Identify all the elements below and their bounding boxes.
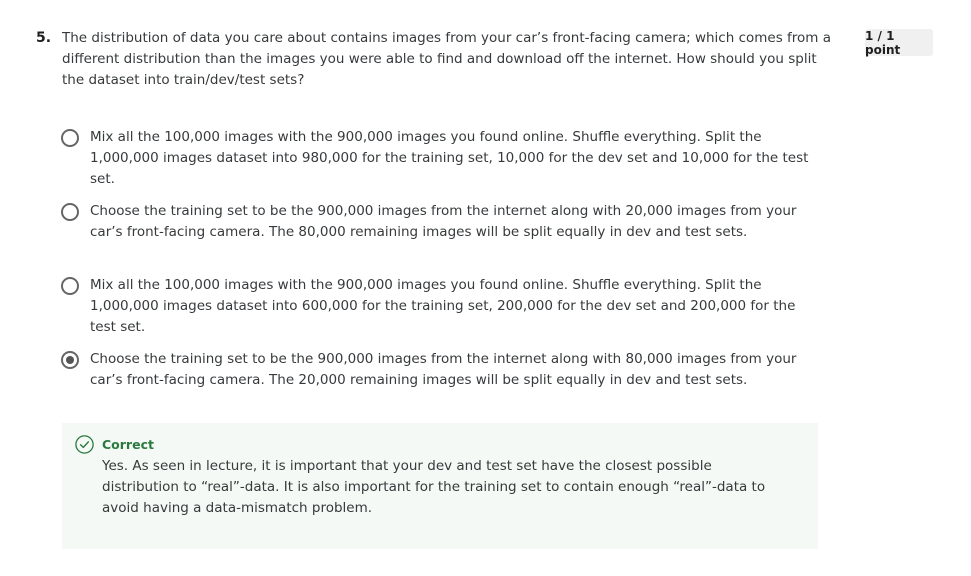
radio-button-icon[interactable] bbox=[61, 129, 79, 147]
radio-button-icon[interactable] bbox=[61, 277, 79, 295]
points-badge: 1 / 1 point bbox=[865, 29, 933, 57]
option-2[interactable]: Choose the training set to be the 900,00… bbox=[61, 201, 821, 243]
option-text: Choose the training set to be the 900,00… bbox=[90, 351, 797, 388]
feedback-explanation: Yes. As seen in lecture, it is important… bbox=[102, 458, 766, 516]
option-3[interactable]: Mix all the 100,000 images with the 900,… bbox=[61, 275, 821, 338]
check-circle-icon bbox=[75, 435, 94, 454]
question-text: The distribution of data you care about … bbox=[62, 30, 832, 88]
radio-button-selected-icon[interactable] bbox=[61, 351, 79, 369]
feedback-status: Correct bbox=[102, 437, 154, 452]
radio-button-icon[interactable] bbox=[61, 203, 79, 221]
question-number: 5. bbox=[36, 30, 52, 46]
option-text: Mix all the 100,000 images with the 900,… bbox=[90, 277, 796, 335]
option-1[interactable]: Mix all the 100,000 images with the 900,… bbox=[61, 127, 821, 190]
option-text: Choose the training set to be the 900,00… bbox=[90, 203, 797, 240]
option-4[interactable]: Choose the training set to be the 900,00… bbox=[61, 349, 821, 391]
feedback-panel: Correct Yes. As seen in lecture, it is i… bbox=[62, 423, 818, 549]
option-text: Mix all the 100,000 images with the 900,… bbox=[90, 129, 809, 187]
